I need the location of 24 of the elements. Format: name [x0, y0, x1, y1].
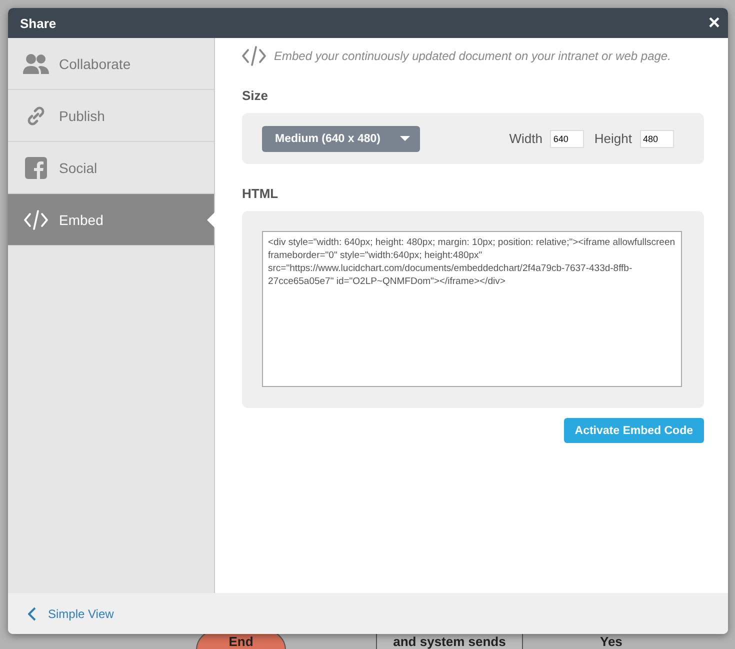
sidebar-item[interactable]: Publish	[8, 90, 214, 142]
diagram-label: Yes	[600, 633, 622, 649]
window-title: Share	[20, 16, 56, 30]
code-field[interactable]: <div style="width: 640px; height: 480px; margin: 10px; position: relative;"><iframe allowfullscreen frameborder="0" style="width:640px; height:480px" src="https://www.lucidchart.com/documents/embeddedchart/2f4a79cb-7637-433d-8ffb-27cce65a05e7" id="O2LP~QNMFDom"></iframe></div>	[262, 231, 682, 387]
width-field[interactable]: 640	[550, 130, 584, 148]
chevron-icon	[28, 606, 36, 620]
field-label: Height	[594, 131, 632, 146]
caret-icon	[400, 136, 410, 141]
link-icon	[26, 106, 46, 126]
size-dropdown[interactable]: Medium (640 x 480)	[262, 126, 420, 152]
section-heading: Size	[242, 88, 270, 103]
intro-text: Embed your continuously updated document on your intranet or web page.	[274, 49, 671, 63]
activate-button[interactable]: Activate Embed Code	[564, 418, 704, 443]
section-heading: HTML	[242, 186, 280, 201]
code-icon	[242, 46, 266, 66]
close-button[interactable]: ×	[708, 13, 720, 33]
simple-view-link[interactable]: Simple View	[28, 606, 114, 620]
people-icon	[23, 52, 49, 74]
sidebar-item[interactable]: Embed	[8, 194, 214, 246]
code-icon	[24, 210, 48, 230]
sidebar-item[interactable]: Collaborate	[8, 38, 214, 90]
height-field[interactable]: 480	[640, 130, 674, 148]
facebook-icon	[25, 156, 47, 178]
field-label: Width	[509, 131, 542, 146]
